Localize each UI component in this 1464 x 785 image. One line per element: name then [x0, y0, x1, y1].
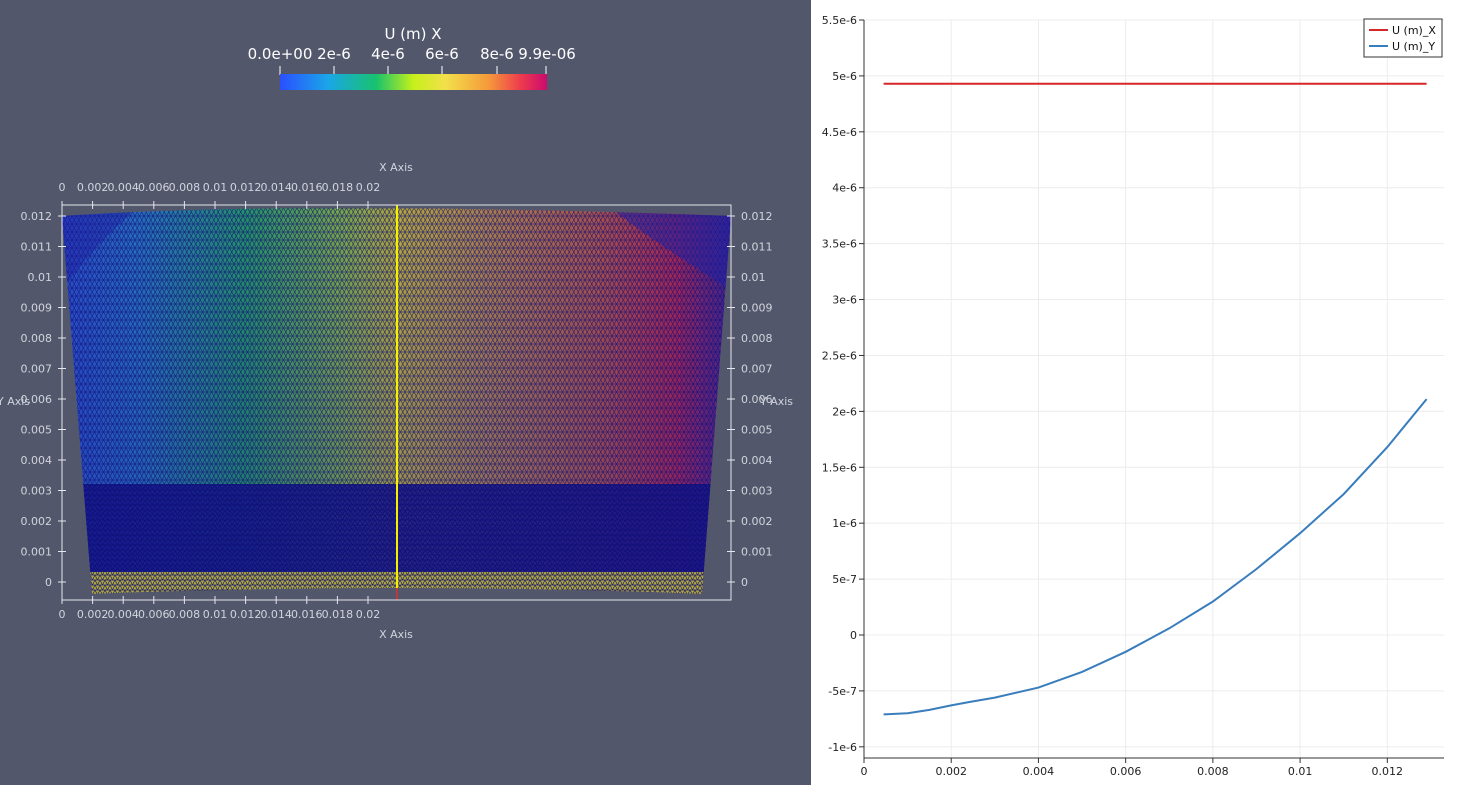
x-tick-label-top: 0 [59, 181, 66, 194]
x-axis-title-bottom: X Axis [379, 628, 413, 641]
y-tick-label-left: 0.01 [28, 271, 53, 284]
y-tick-label: 4.5e-6 [822, 126, 857, 139]
y-tick-label: 5e-6 [832, 70, 857, 83]
colorbar-tick-label: 6e-6 [425, 45, 459, 63]
y-tick-label-right: 0.011 [741, 241, 773, 254]
x-tick-label: 0.002 [935, 765, 967, 778]
chart-grid [863, 19, 1444, 758]
colorbar-tick-labels: 0.0e+00 2e-6 4e-6 6e-6 8e-6 9.9e-06 [248, 45, 576, 63]
x-tick-label-bottom: 0.006 [138, 608, 170, 621]
x-tick-label-bottom: 0.016 [291, 608, 323, 621]
x-tick-label-top: 0.01 [203, 181, 228, 194]
y-axis-title-left: Y Axis [0, 395, 30, 408]
chart-tick-labels: 5.5e-6 5e-6 4.5e-6 4e-6 3.5e-6 3e-6 2.5e-6 2e-6… [822, 14, 1403, 778]
y-tick-label: 0 [850, 629, 857, 642]
y-tick-label-right: 0.001 [741, 546, 773, 559]
y-tick-label: -5e-7 [828, 685, 857, 698]
chart-series [883, 82, 1428, 716]
y-tick-label-left: 0.002 [21, 515, 53, 528]
y-tick-label-right: 0.009 [741, 302, 773, 315]
x-tick-label: 0.006 [1110, 765, 1142, 778]
x-tick-label-top: 0.006 [138, 181, 170, 194]
y-tick-label-right: 0.012 [741, 210, 773, 223]
x-tick-label-top: 0.02 [356, 181, 381, 194]
colorbar-title: U (m) X [384, 25, 441, 43]
x-tick-label-bottom: 0 [59, 608, 66, 621]
y-tick-label: 5.5e-6 [822, 14, 857, 27]
y-tick-label: -1e-6 [828, 741, 857, 754]
x-axis-title-top: X Axis [379, 161, 413, 174]
line-chart[interactable]: 5.5e-6 5e-6 4.5e-6 4e-6 3.5e-6 3e-6 2.5e-6 2e-6… [811, 0, 1464, 785]
x-tick-label-top: 0.008 [169, 181, 201, 194]
legend-label: U (m)_Y [1392, 40, 1435, 53]
x-tick-label: 0 [861, 765, 868, 778]
x-tick-label-top: 0.002 [77, 181, 109, 194]
line-chart-panel[interactable]: 5.5e-6 5e-6 4.5e-6 4e-6 3.5e-6 3e-6 2.5e-6 2e-6… [811, 0, 1464, 785]
y-tick-label-left: 0.004 [21, 454, 53, 467]
x-tick-label: 0.008 [1197, 765, 1229, 778]
y-tick-label-left: 0.008 [21, 332, 53, 345]
y-tick-label-left: 0.001 [21, 546, 53, 559]
render-view[interactable]: U (m) X 0.0e+00 2e-6 4e-6 6e-6 8e-6 9.9e… [0, 0, 811, 785]
y-tick-label-right: 0.008 [741, 332, 773, 345]
colorbar-tick-marks [279, 66, 547, 75]
y-tick-label: 3e-6 [832, 294, 857, 307]
x-tick-label: 0.004 [1023, 765, 1054, 778]
y-tick-label-left: 0.007 [21, 363, 53, 376]
mesh-domain[interactable] [55, 195, 745, 606]
x-tick-label-bottom: 0.002 [77, 608, 109, 621]
colorbar-tick-label: 8e-6 [480, 45, 514, 63]
y-tick-label-left: 0.011 [21, 241, 53, 254]
y-tick-label-left: 0.003 [21, 485, 53, 498]
colorbar-tick-label: 4e-6 [371, 45, 405, 63]
x-tick-label-top: 0.018 [322, 181, 354, 194]
y-tick-label-right: 0.007 [741, 363, 773, 376]
x-tick-label-bottom: 0.008 [169, 608, 201, 621]
y-tick-label: 2e-6 [832, 405, 857, 418]
y-tick-label: 2.5e-6 [822, 349, 857, 362]
x-tick-label-top: 0.004 [107, 181, 139, 194]
colorbar-tick-label: 2e-6 [317, 45, 351, 63]
x-tick-label: 0.012 [1372, 765, 1404, 778]
x-tick-label-top: 0.012 [230, 181, 262, 194]
colorbar-tick-label: 0.0e+00 [248, 45, 313, 63]
y-tick-label-right: 0.01 [741, 271, 766, 284]
y-tick-label-left: 0 [45, 576, 52, 589]
x-tick-label-bottom: 0.02 [356, 608, 381, 621]
x-tick-label-bottom: 0.01 [203, 608, 228, 621]
y-tick-label: 4e-6 [832, 182, 857, 195]
x-tick-label-top: 0.016 [291, 181, 323, 194]
y-tick-label-left: 0.005 [21, 424, 53, 437]
y-tick-label-right: 0 [741, 576, 748, 589]
render-view-panel[interactable]: U (m) X 0.0e+00 2e-6 4e-6 6e-6 8e-6 9.9e… [0, 0, 811, 785]
y-tick-label-right: 0.005 [741, 424, 773, 437]
x-tick-label-bottom: 0.014 [260, 608, 292, 621]
colorbar-tick-label: 9.9e-06 [518, 45, 576, 63]
colorbar [280, 74, 547, 90]
y-axis-title-right: Y Axis [759, 395, 793, 408]
legend-label: U (m)_X [1392, 24, 1436, 37]
y-tick-label: 5e-7 [832, 573, 857, 586]
x-tick-label-top: 0.014 [260, 181, 292, 194]
y-tick-label-right: 0.004 [741, 454, 773, 467]
y-tick-label-left: 0.012 [21, 210, 53, 223]
y-tick-label: 3.5e-6 [822, 238, 857, 251]
y-tick-label-right: 0.003 [741, 485, 773, 498]
y-tick-label: 1e-6 [832, 517, 857, 530]
y-tick-label-left: 0.009 [21, 302, 53, 315]
y-tick-label: 1.5e-6 [822, 461, 857, 474]
x-tick-label-bottom: 0.018 [322, 608, 354, 621]
x-tick-label: 0.01 [1288, 765, 1313, 778]
y-tick-label-right: 0.002 [741, 515, 773, 528]
series-line-u-y [883, 398, 1428, 716]
x-tick-label-bottom: 0.012 [230, 608, 262, 621]
x-tick-label-bottom: 0.004 [107, 608, 139, 621]
chart-legend[interactable]: U (m)_X U (m)_Y [1363, 18, 1443, 58]
